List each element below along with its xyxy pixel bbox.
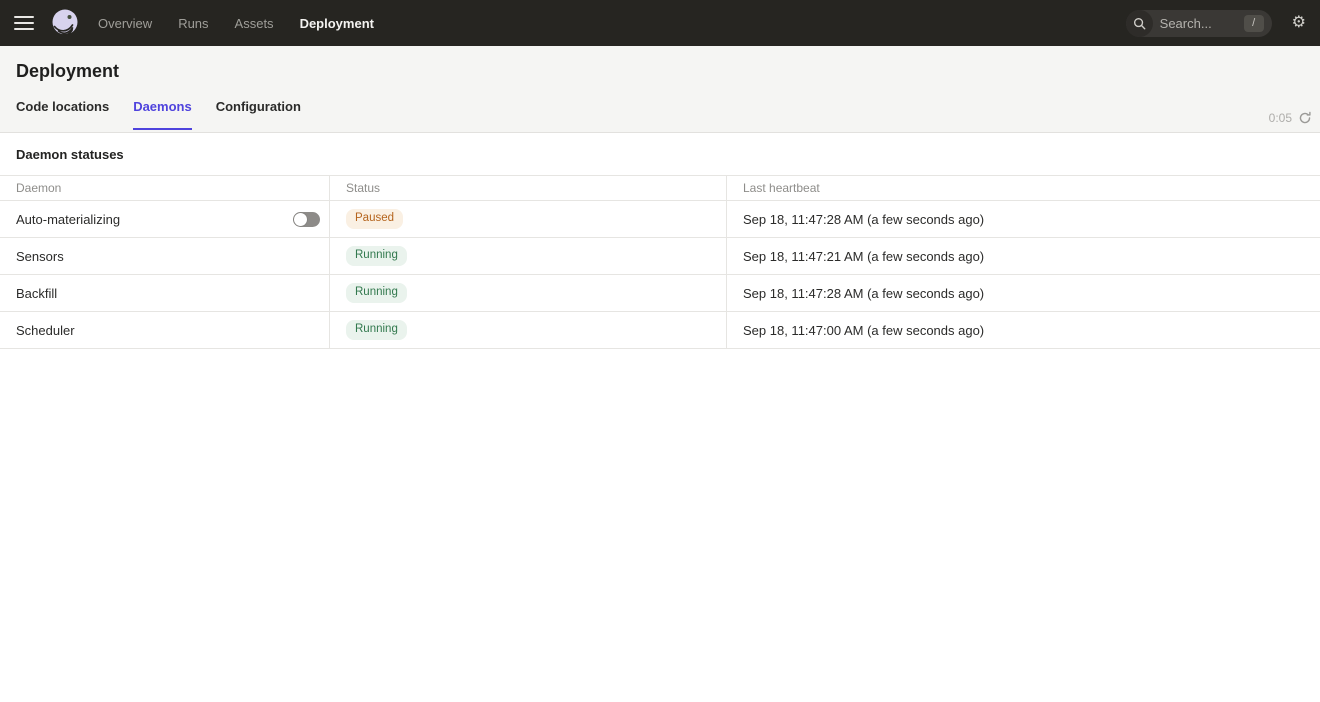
table-row-scheduler: Scheduler Running Sep 18, 11:47:00 AM (a… bbox=[0, 312, 1320, 349]
daemon-name: Backfill bbox=[16, 286, 57, 301]
tab-configuration[interactable]: Configuration bbox=[216, 99, 301, 130]
dagster-logo-icon[interactable] bbox=[50, 8, 80, 38]
column-header-status: Status bbox=[330, 176, 727, 200]
column-header-daemon: Daemon bbox=[0, 176, 330, 200]
status-badge: Running bbox=[346, 283, 407, 303]
daemon-name: Scheduler bbox=[16, 323, 75, 338]
daemons-content: Daemon statuses Daemon Status Last heart… bbox=[0, 133, 1320, 349]
refresh-icon[interactable] bbox=[1298, 111, 1312, 125]
deployment-tabs: Code locations Daemons Configuration bbox=[16, 99, 1304, 130]
last-heartbeat-value: Sep 18, 11:47:00 AM (a few seconds ago) bbox=[727, 312, 1320, 348]
daemon-statuses-table: Daemon Status Last heartbeat Auto-materi… bbox=[0, 175, 1320, 349]
nav-item-deployment[interactable]: Deployment bbox=[300, 16, 374, 31]
daemon-name: Sensors bbox=[16, 249, 64, 264]
top-navbar: Overview Runs Assets Deployment / ⚙ bbox=[0, 0, 1320, 46]
page-header: Deployment Code locations Daemons Config… bbox=[0, 46, 1320, 133]
last-heartbeat-value: Sep 18, 11:47:21 AM (a few seconds ago) bbox=[727, 238, 1320, 274]
page-title: Deployment bbox=[16, 46, 1304, 82]
settings-gear-icon[interactable]: ⚙ bbox=[1292, 15, 1306, 31]
nav-item-overview[interactable]: Overview bbox=[98, 16, 152, 31]
table-row-auto-materializing: Auto-materializing Paused Sep 18, 11:47:… bbox=[0, 201, 1320, 238]
nav-item-runs[interactable]: Runs bbox=[178, 16, 208, 31]
status-badge: Running bbox=[346, 246, 407, 266]
tab-daemons[interactable]: Daemons bbox=[133, 99, 192, 130]
table-row-backfill: Backfill Running Sep 18, 11:47:28 AM (a … bbox=[0, 275, 1320, 312]
refresh-countdown: 0:05 bbox=[1269, 111, 1292, 125]
main-nav: Overview Runs Assets Deployment bbox=[98, 16, 374, 31]
column-header-last-heartbeat: Last heartbeat bbox=[727, 176, 1320, 200]
section-title-daemon-statuses: Daemon statuses bbox=[0, 133, 1320, 175]
last-heartbeat-value: Sep 18, 11:47:28 AM (a few seconds ago) bbox=[727, 275, 1320, 311]
search-shortcut-badge: / bbox=[1244, 15, 1264, 32]
status-badge: Running bbox=[346, 320, 407, 340]
table-header-row: Daemon Status Last heartbeat bbox=[0, 176, 1320, 201]
hamburger-menu-icon[interactable] bbox=[14, 16, 34, 30]
search-icon bbox=[1126, 10, 1153, 37]
nav-item-assets[interactable]: Assets bbox=[235, 16, 274, 31]
status-badge: Paused bbox=[346, 209, 403, 229]
table-row-sensors: Sensors Running Sep 18, 11:47:21 AM (a f… bbox=[0, 238, 1320, 275]
tab-code-locations[interactable]: Code locations bbox=[16, 99, 109, 130]
search-box[interactable]: / bbox=[1126, 10, 1272, 37]
auto-materializing-toggle[interactable] bbox=[293, 212, 320, 227]
last-heartbeat-value: Sep 18, 11:47:28 AM (a few seconds ago) bbox=[727, 201, 1320, 237]
daemon-name: Auto-materializing bbox=[16, 212, 120, 227]
search-input[interactable] bbox=[1160, 16, 1242, 31]
